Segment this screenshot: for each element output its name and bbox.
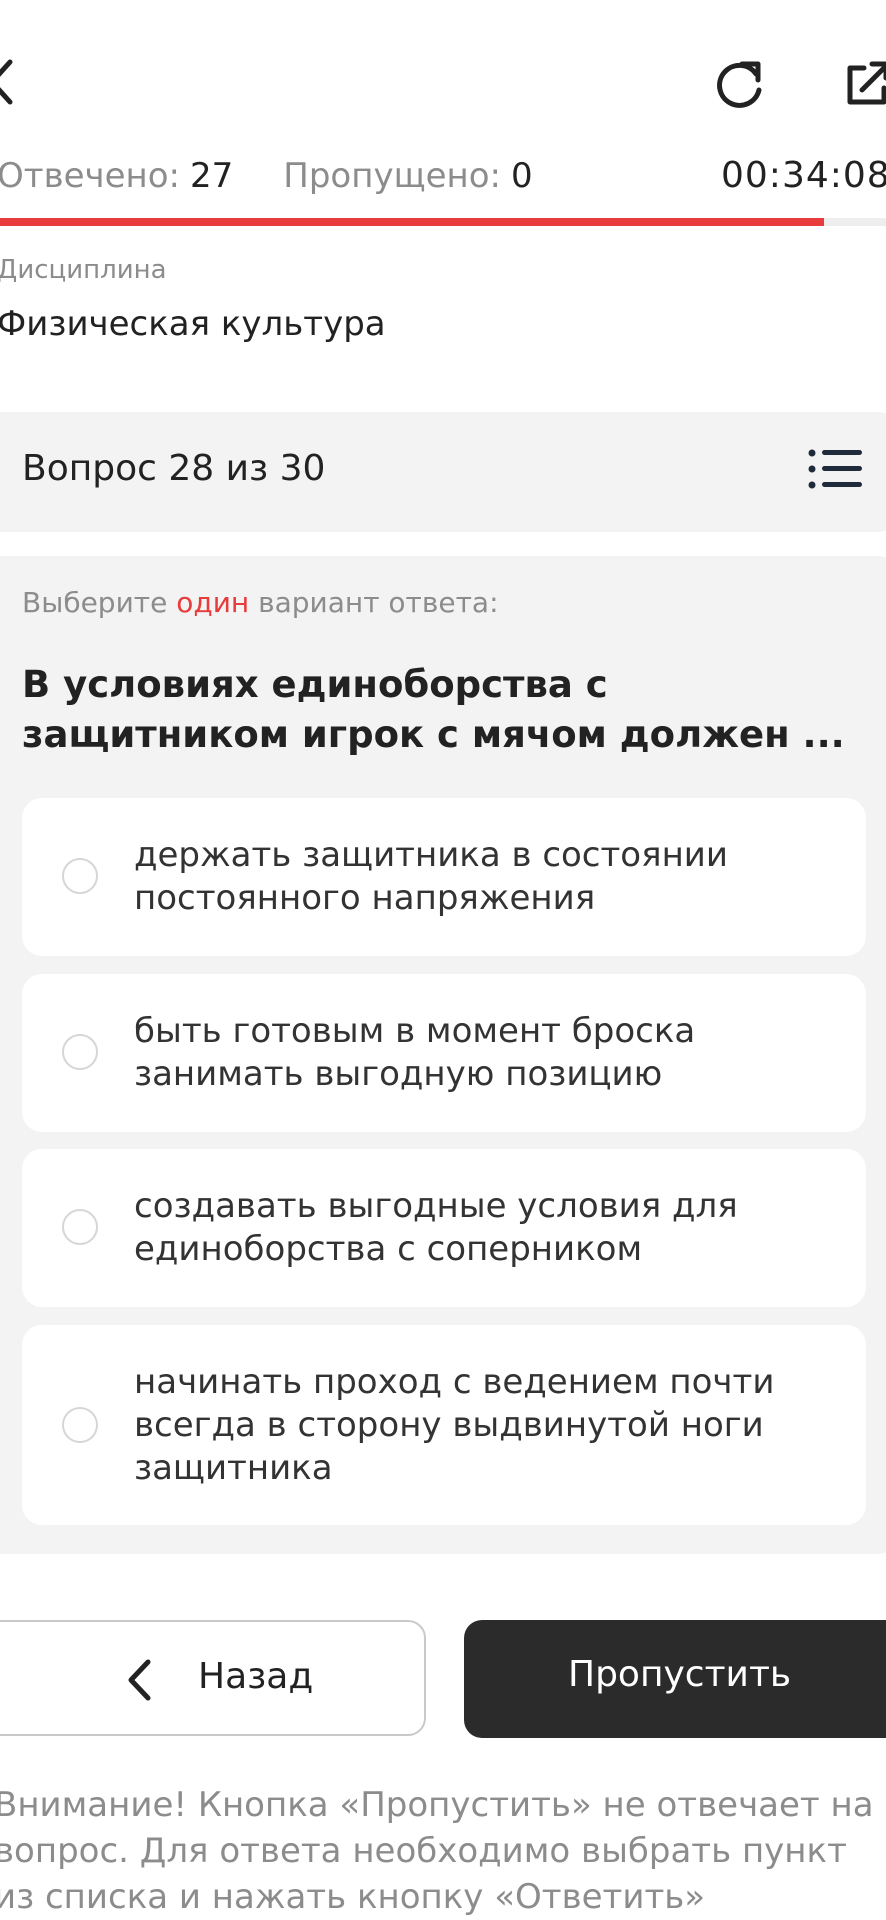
stats-row: Отвечено: 27 Пропущено: 0 bbox=[0, 154, 533, 198]
back-button-label: Назад bbox=[198, 1656, 314, 1697]
skipped-label: Пропущено: bbox=[283, 156, 502, 196]
chevron-left-icon bbox=[126, 1658, 152, 1706]
answered-label: Отвечено: bbox=[0, 156, 181, 196]
list-icon[interactable] bbox=[808, 448, 862, 490]
radio-button[interactable] bbox=[62, 1034, 98, 1070]
instruction-suffix: вариант ответа: bbox=[249, 586, 499, 619]
skip-button-label: Пропустить bbox=[568, 1654, 792, 1695]
answer-option[interactable]: быть готовым в момент броска занимать вы… bbox=[22, 974, 866, 1132]
answer-option-label: начинать проход с ведением почти всегда … bbox=[134, 1362, 775, 1488]
discipline-value: Физическая культура bbox=[0, 304, 386, 344]
chevron-left-icon[interactable] bbox=[0, 58, 16, 106]
answer-option[interactable]: создавать выгодные условия для единоборс… bbox=[22, 1149, 866, 1307]
answer-option-label: быть готовым в момент броска занимать вы… bbox=[134, 1011, 696, 1094]
skip-button[interactable]: Пропустить bbox=[464, 1620, 886, 1738]
answer-option-label: создавать выгодные условия для единоборс… bbox=[134, 1186, 738, 1269]
progress-bar bbox=[0, 218, 824, 226]
answer-option[interactable]: начинать проход с ведением почти всегда … bbox=[22, 1325, 866, 1525]
refresh-icon[interactable] bbox=[712, 56, 768, 112]
external-link-icon[interactable] bbox=[846, 60, 886, 106]
answer-option[interactable]: держать защитника в состоянии постоянног… bbox=[22, 798, 866, 956]
skipped-count: 0 bbox=[511, 156, 533, 196]
question-counter: Вопрос 28 из 30 bbox=[22, 448, 326, 489]
answer-instruction: Выберите один вариант ответа: bbox=[22, 586, 499, 619]
quiz-screen: Отвечено: 27 Пропущено: 0 00:34:08 Дисципли… bbox=[0, 0, 886, 1920]
answer-option-label: держать защитника в состоянии постоянног… bbox=[134, 835, 728, 918]
radio-button[interactable] bbox=[62, 858, 98, 894]
discipline-label: Дисциплина bbox=[0, 255, 167, 285]
instruction-prefix: Выберите bbox=[22, 586, 177, 619]
radio-button[interactable] bbox=[62, 1209, 98, 1245]
skip-warning: Внимание! Кнопка «Пропустить» не отвечае… bbox=[0, 1785, 874, 1917]
radio-button[interactable] bbox=[62, 1407, 98, 1443]
back-button[interactable]: Назад bbox=[0, 1620, 426, 1736]
timer: 00:34:08 bbox=[721, 155, 886, 196]
instruction-accent: один bbox=[176, 586, 250, 619]
answered-count: 27 bbox=[190, 156, 234, 196]
question-text: В условиях единоборства с защитником игр… bbox=[22, 663, 845, 756]
